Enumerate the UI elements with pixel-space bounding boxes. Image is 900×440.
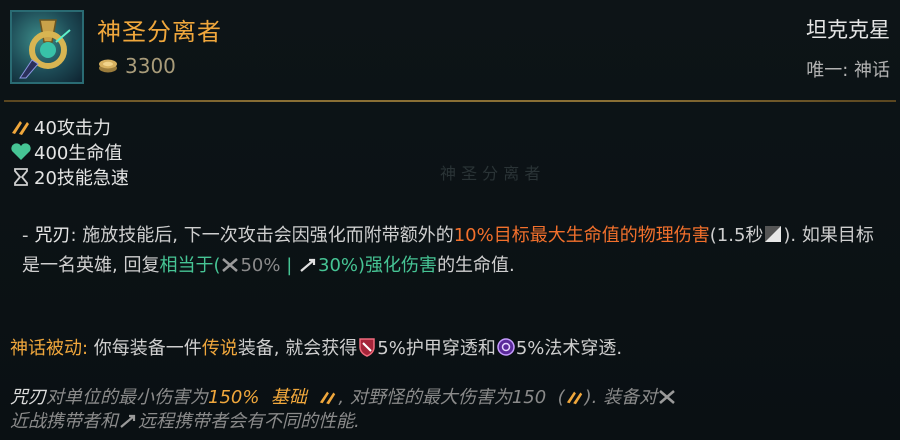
mythic-magic-pen: 5%法术穿透. (515, 338, 623, 359)
passive-text-2: (1.5秒 (709, 225, 764, 246)
melee-icon (659, 390, 675, 404)
passive-bullet: - (22, 225, 29, 246)
ability-haste-icon (14, 167, 28, 186)
divine-sunderer-icon (10, 10, 84, 84)
passive-heal-post: )强化伤害 (358, 255, 438, 276)
mythic-label: 神话被动: (10, 338, 89, 359)
magic-pen-icon (497, 338, 515, 356)
note-text-2: , 对野怪的最大伤害为150 (338, 387, 547, 408)
footnote: 咒刃对单位的最小伤害为150% 基础 , 对野怪的最大伤害为150 (). 装备… (10, 386, 890, 434)
armor-pen-icon (359, 338, 376, 357)
note-text-1: 对单位的最小伤害为 (46, 387, 208, 408)
item-tooltip: 神 圣 分 离 者 神圣分离者 3300 坦克克星 唯一: 神话 40攻击力 4… (0, 0, 900, 440)
attack-damage-icon (320, 391, 336, 405)
passive-text-1: : 施放技能后, 下一次攻击会因强化而附带额外的 (70, 225, 454, 246)
stat-row-attack: 40攻击力 (10, 114, 129, 139)
passive-ranged-pct: 30% (318, 255, 359, 276)
header-divider (4, 100, 896, 102)
cooldown-icon (765, 226, 782, 242)
note-name: 咒刃 (10, 387, 46, 408)
mythic-passive: 神话被动: 你每装备一件传说装备, 就会获得 5%护甲穿透和 5%法术穿透. (10, 336, 890, 362)
tooltip-header: 神圣分离者 3300 坦克克星 唯一: 神话 (0, 0, 900, 100)
passive-damage: 10%目标最大生命值的物理伤害 (453, 225, 710, 246)
stat-text: 40攻击力 (34, 117, 111, 139)
mythic-text-mid: 装备, 就会获得 (237, 338, 358, 359)
passive-melee-pct: 50% (240, 255, 281, 276)
spellblade-passive: - 咒刃: 施放技能后, 下一次攻击会因强化而附带额外的10%目标最大生命值的物理… (22, 221, 882, 281)
stats-list: 40攻击力 400生命值 20技能急速 (10, 114, 129, 189)
passive-text-4: 的生命值. (437, 255, 515, 276)
ranged-icon (120, 414, 136, 428)
stat-row-health: 400生命值 (10, 139, 129, 164)
note-text-5: 远程携带者会有不同的性能. (138, 411, 360, 432)
passive-separator: | (280, 255, 299, 276)
mythic-legendary: 传说 (201, 338, 238, 359)
mythic-armor-pen: 5%护甲穿透和 (377, 338, 496, 359)
attack-damage-icon (566, 391, 582, 405)
champion-tag: 坦克克星 (806, 18, 890, 42)
passive-heal-pre: 相当于( (159, 255, 221, 276)
ranged-icon (300, 258, 316, 272)
stat-text: 20技能急速 (34, 167, 129, 189)
item-cost: 3300 (125, 54, 176, 78)
health-icon (11, 142, 31, 160)
note-pct: 150% (208, 387, 260, 408)
note-text-4: 近战携带者和 (10, 411, 118, 432)
item-name: 神圣分离者 (97, 18, 222, 46)
unique-tag: 唯一: 神话 (806, 60, 890, 81)
note-base: 基础 (270, 387, 307, 408)
mythic-text-pre: 你每装备一件 (88, 338, 202, 359)
stat-row-haste: 20技能急速 (10, 164, 129, 189)
gold-coin-icon (99, 59, 117, 73)
melee-icon (222, 258, 239, 272)
background-ghost-text: 神 圣 分 离 者 (440, 164, 541, 183)
attack-damage-icon (12, 120, 29, 135)
passive-name: 咒刃 (34, 225, 71, 246)
stat-text: 400生命值 (34, 142, 123, 164)
note-text-3: ). 装备对 (584, 387, 658, 408)
